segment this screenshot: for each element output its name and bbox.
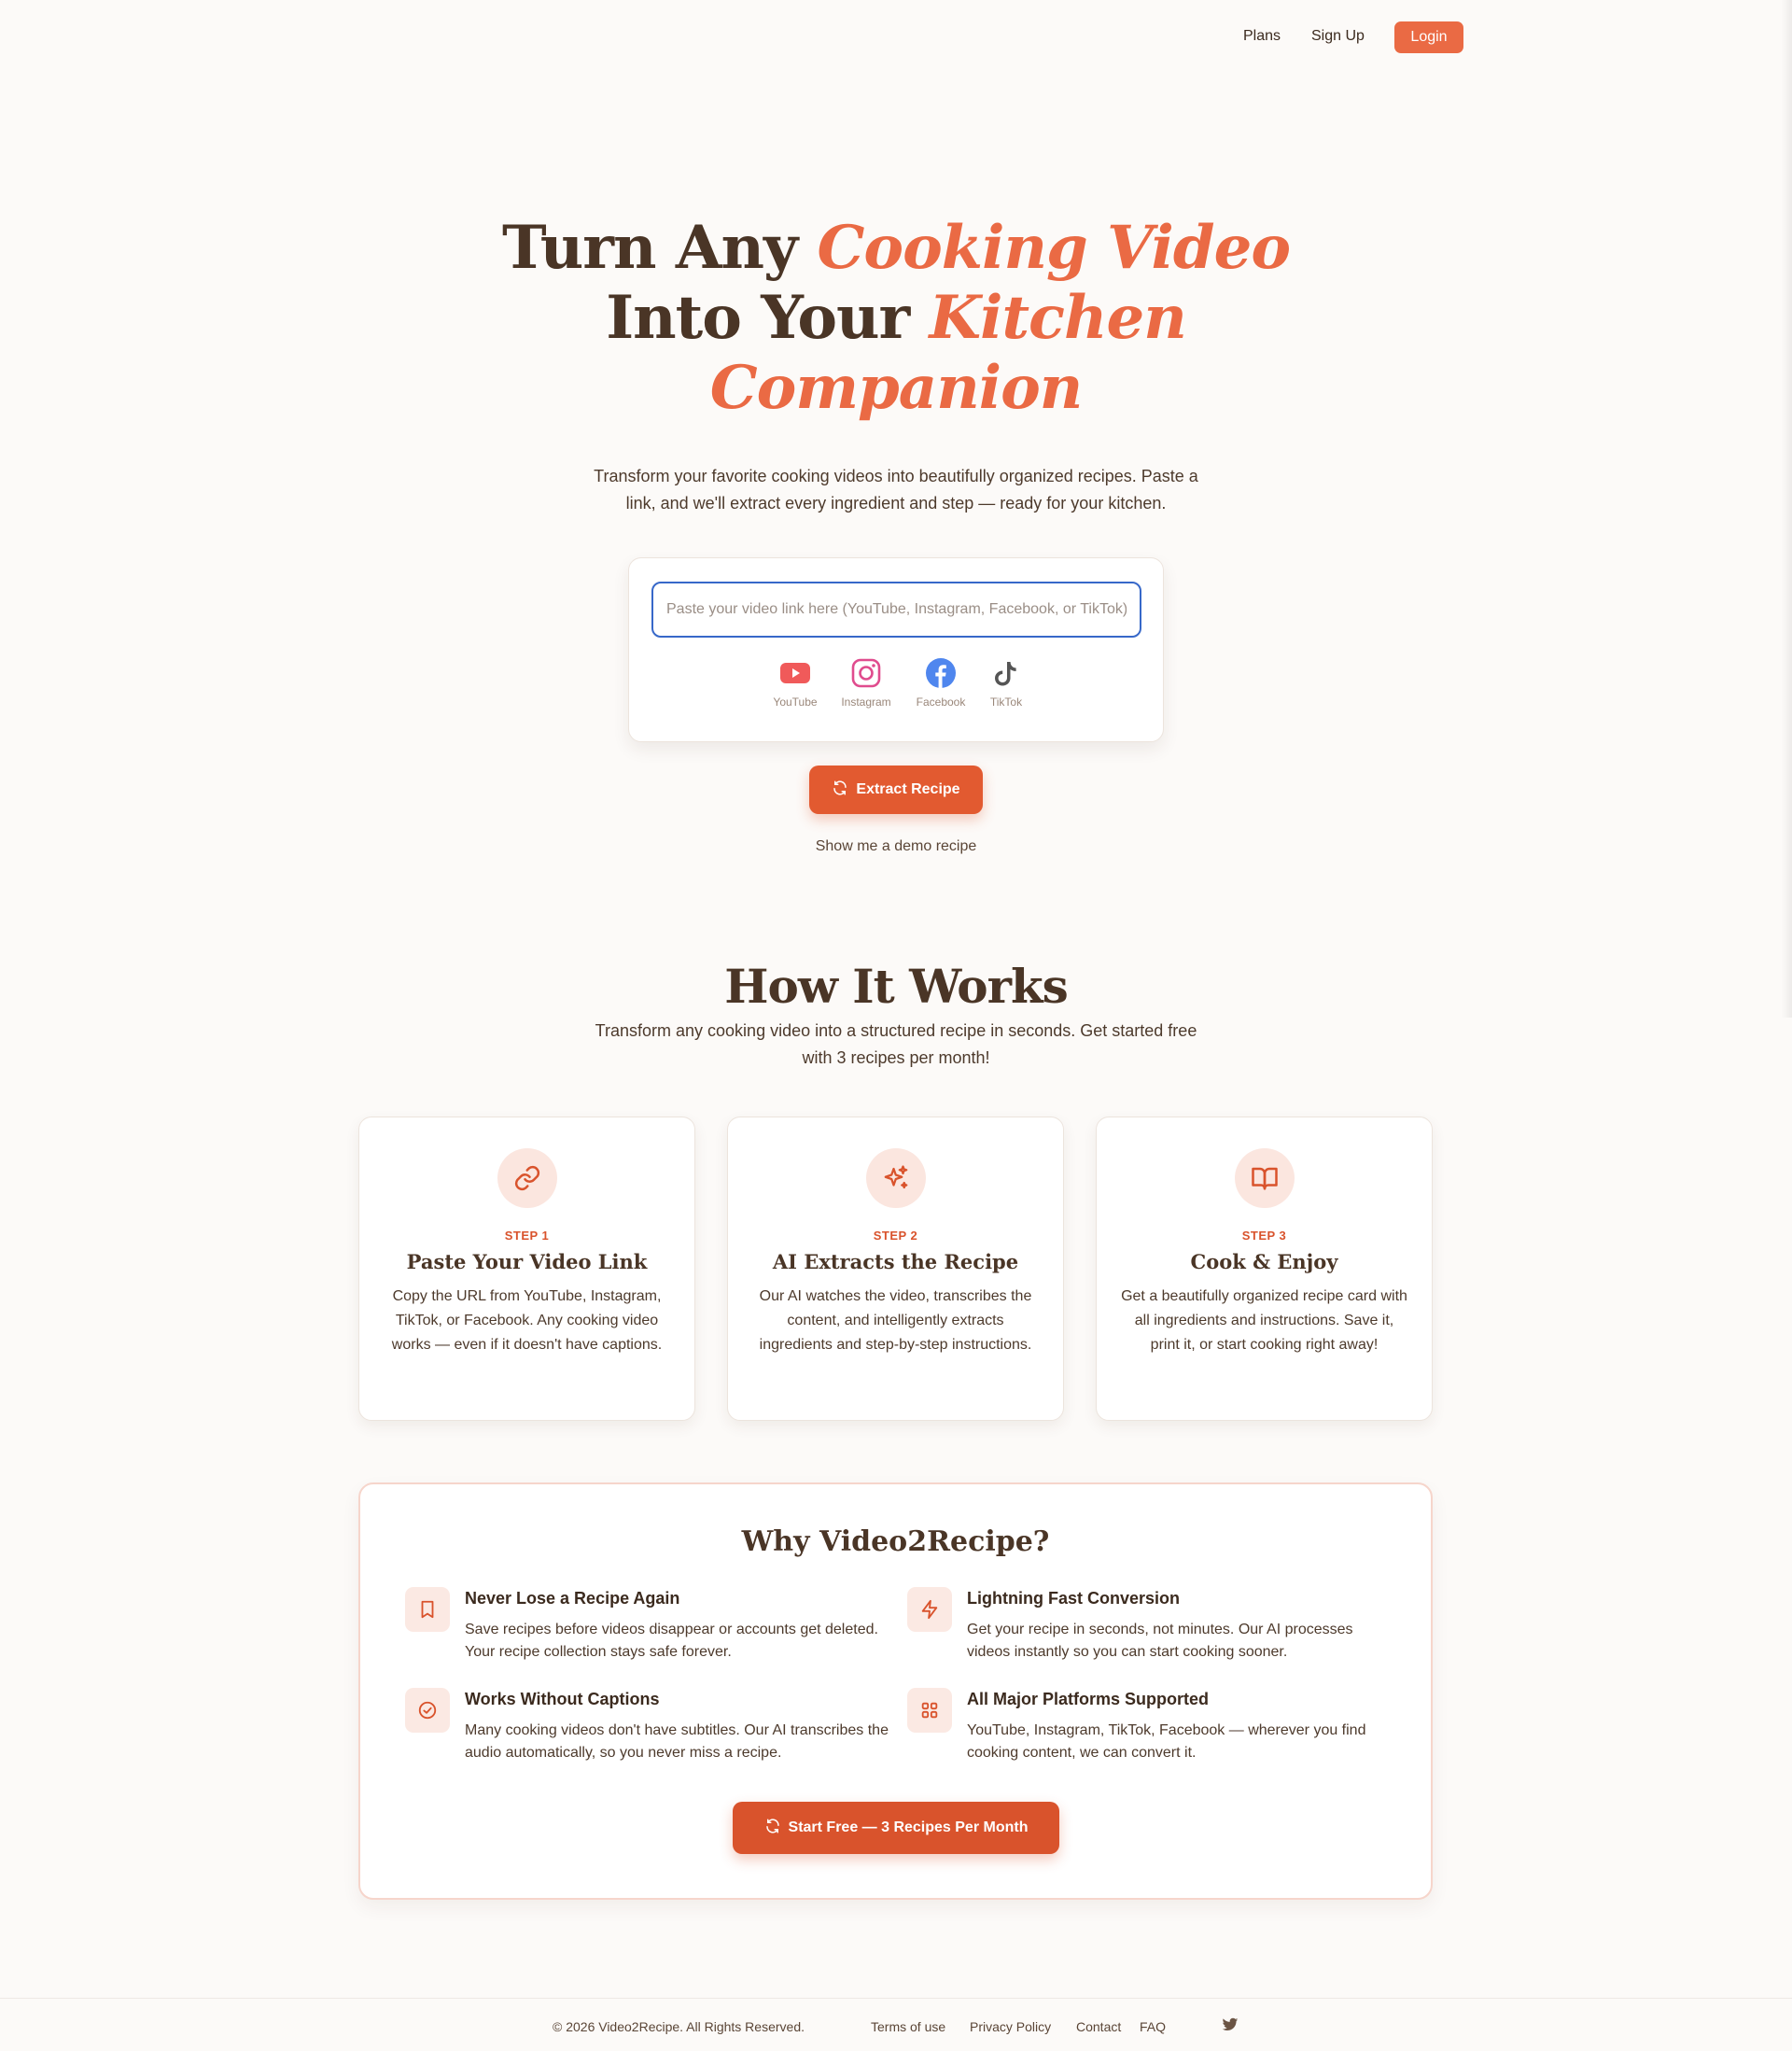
step-title: Paste Your Video Link	[406, 1250, 648, 1273]
step-card-1: STEP 1 Paste Your Video Link Copy the UR…	[358, 1117, 695, 1421]
platform-instagram: Instagram	[829, 657, 903, 709]
hero-title-plain-2: Into Your	[606, 283, 910, 353]
hero-title-accent-1: Cooking Video	[817, 213, 1291, 283]
footer-link-faq[interactable]: FAQ	[1140, 2019, 1166, 2034]
facebook-icon	[925, 657, 957, 689]
platform-youtube: YouTube	[758, 657, 833, 709]
feature-title: Lightning Fast Conversion	[967, 1589, 1180, 1608]
nav-signup-link[interactable]: Sign Up	[1311, 28, 1365, 45]
why-title: Why Video2Recipe?	[741, 1525, 1050, 1558]
lightning-icon	[907, 1587, 952, 1632]
nav-plans-link[interactable]: Plans	[1243, 28, 1281, 45]
step-number: STEP 1	[504, 1229, 550, 1243]
link-icon	[497, 1148, 557, 1208]
footer-copyright: © 2026 Video2Recipe. All Rights Reserved…	[553, 2019, 805, 2034]
feature-description: Get your recipe in seconds, not minutes.…	[967, 1622, 1353, 1660]
step-title: Cook & Enjoy	[1190, 1250, 1338, 1273]
feature-description: YouTube, Instagram, TikTok, Facebook — w…	[967, 1722, 1366, 1761]
step-card-3: STEP 3 Cook & Enjoy Get a beautifully or…	[1096, 1117, 1433, 1421]
how-it-works-title: How It Works	[724, 959, 1069, 1014]
step-number: STEP 3	[1241, 1229, 1287, 1243]
extract-recipe-button[interactable]: Extract Recipe	[809, 766, 983, 814]
platform-facebook: Facebook	[903, 657, 978, 709]
step-description: Get a beautifully organized recipe card …	[1121, 1288, 1407, 1353]
book-icon	[1234, 1148, 1295, 1208]
footer-link-contact[interactable]: Contact	[1076, 2019, 1121, 2034]
platform-label: YouTube	[773, 695, 818, 709]
start-free-button[interactable]: Start Free — 3 Recipes Per Month	[733, 1802, 1059, 1854]
how-it-works-subtitle: Transform any cooking video into a struc…	[595, 1021, 1197, 1067]
feature-title: Never Lose a Recipe Again	[465, 1589, 680, 1608]
hero-title-accent-3: Companion	[709, 353, 1084, 423]
why-video2recipe-card: Why Video2Recipe? Never Lose a Recipe Ag…	[358, 1482, 1433, 1900]
top-nav: Plans Sign Up Login	[0, 21, 1792, 54]
twitter-icon[interactable]	[1222, 2017, 1239, 2035]
refresh-icon	[832, 780, 848, 801]
scrollbar-shadow	[1781, 0, 1792, 1018]
refresh-icon	[764, 1818, 781, 1839]
login-button[interactable]: Login	[1394, 21, 1463, 53]
link-input-card: YouTube Instagram Facebook TikTok	[628, 557, 1164, 742]
hero-title: Turn Any Cooking Video Into Your Kitchen…	[429, 213, 1363, 423]
youtube-icon	[779, 657, 811, 689]
platform-tiktok: TikTok	[969, 657, 1043, 709]
footer: © 2026 Video2Recipe. All Rights Reserved…	[0, 1998, 1792, 2051]
platform-label: Instagram	[841, 695, 891, 709]
step-number: STEP 2	[873, 1229, 918, 1243]
feature-description: Save recipes before videos disappear or …	[465, 1622, 878, 1660]
step-title: AI Extracts the Recipe	[772, 1250, 1019, 1273]
extract-recipe-label: Extract Recipe	[856, 781, 960, 797]
hero-title-plain-1: Turn Any	[502, 213, 798, 283]
sparkles-icon	[865, 1148, 926, 1208]
platform-label: Facebook	[916, 695, 966, 709]
step-description: Copy the URL from YouTube, Instagram, Ti…	[391, 1288, 663, 1353]
footer-link-terms[interactable]: Terms of use	[871, 2019, 945, 2034]
hero-subtitle: Transform your favorite cooking videos i…	[594, 467, 1198, 513]
footer-link-privacy[interactable]: Privacy Policy	[970, 2019, 1051, 2034]
check-circle-icon	[405, 1688, 450, 1733]
grid-icon	[907, 1688, 952, 1733]
platform-label: TikTok	[989, 695, 1023, 709]
bookmark-icon	[405, 1587, 450, 1632]
step-card-2: STEP 2 AI Extracts the Recipe Our AI wat…	[727, 1117, 1064, 1421]
feature-title: Works Without Captions	[465, 1690, 660, 1708]
start-free-label: Start Free — 3 Recipes Per Month	[788, 1819, 1029, 1835]
feature-title: All Major Platforms Supported	[967, 1690, 1210, 1708]
demo-recipe-link[interactable]: Show me a demo recipe	[709, 838, 1083, 855]
tiktok-icon	[990, 657, 1022, 689]
step-description: Our AI watches the video, transcribes th…	[759, 1288, 1032, 1353]
instagram-icon	[850, 657, 882, 689]
hero-title-accent-2: Kitchen	[929, 283, 1187, 353]
feature-description: Many cooking videos don't have subtitles…	[465, 1722, 889, 1761]
video-link-input[interactable]	[651, 582, 1141, 638]
